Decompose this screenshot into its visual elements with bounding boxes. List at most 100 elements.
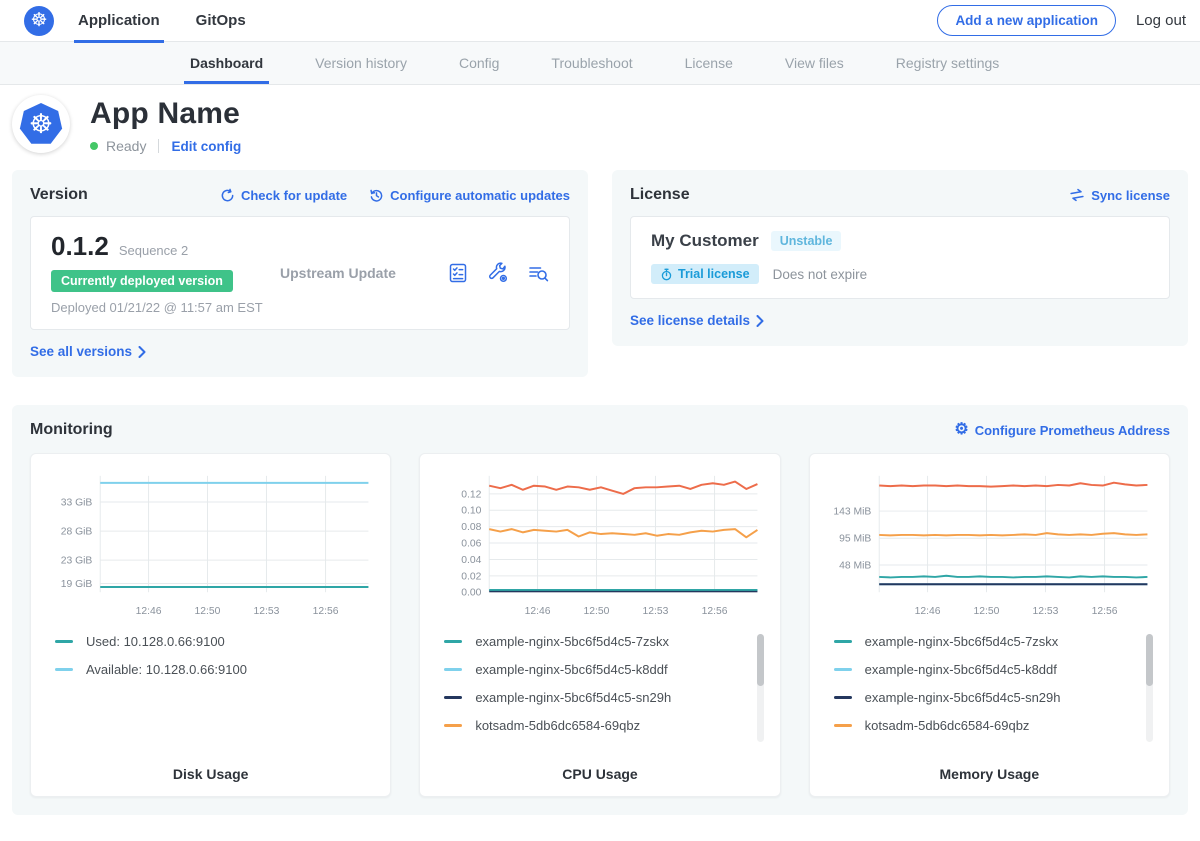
legend-label: kotsadm-5db6dc6584-69qbz bbox=[865, 718, 1030, 733]
disk-usage-chart: 12:4612:5012:5312:5619 GiB23 GiB28 GiB33… bbox=[45, 466, 376, 622]
main-content: Version Check for update Configure autom… bbox=[0, 170, 1200, 841]
legend-scrollbar-thumb[interactable] bbox=[757, 634, 764, 686]
svg-text:12:46: 12:46 bbox=[525, 606, 551, 617]
legend-label: example-nginx-5bc6f5d4c5-k8ddf bbox=[865, 662, 1057, 677]
chart-title: Memory Usage bbox=[824, 758, 1155, 782]
svg-text:12:56: 12:56 bbox=[1091, 606, 1117, 617]
legend-label: example-nginx-5bc6f5d4c5-k8ddf bbox=[475, 662, 667, 677]
add-application-button[interactable]: Add a new application bbox=[937, 5, 1116, 36]
cpu-usage-legend: example-nginx-5bc6f5d4c5-7zskx example-ng… bbox=[434, 632, 765, 758]
svg-text:0.08: 0.08 bbox=[462, 522, 482, 533]
see-all-versions-link[interactable]: See all versions bbox=[30, 344, 146, 359]
legend-label: example-nginx-5bc6f5d4c5-7zskx bbox=[475, 634, 669, 649]
subnav-tab-dashboard[interactable]: Dashboard bbox=[188, 42, 265, 84]
configure-automatic-updates-label: Configure automatic updates bbox=[390, 188, 570, 203]
license-details-box: My Customer Unstable Trial license Does … bbox=[630, 216, 1170, 299]
svg-text:12:53: 12:53 bbox=[1032, 606, 1058, 617]
legend-item: example-nginx-5bc6f5d4c5-k8ddf bbox=[444, 662, 745, 677]
legend-item: example-nginx-5bc6f5d4c5-7zskx bbox=[834, 634, 1135, 649]
svg-text:19 GiB: 19 GiB bbox=[61, 579, 93, 590]
legend-color-dash bbox=[444, 668, 462, 671]
sync-arrows-icon bbox=[1068, 187, 1086, 204]
tab-gitops[interactable]: GitOps bbox=[192, 0, 250, 42]
edit-config-link[interactable]: Edit config bbox=[171, 139, 241, 154]
see-license-details-link[interactable]: See license details bbox=[630, 313, 764, 328]
svg-text:0.00: 0.00 bbox=[462, 588, 482, 599]
gear-icon: ⚙ bbox=[954, 422, 968, 438]
svg-text:12:56: 12:56 bbox=[702, 606, 728, 617]
legend-color-dash bbox=[55, 640, 73, 643]
svg-text:12:50: 12:50 bbox=[973, 606, 999, 617]
memory-usage-legend: example-nginx-5bc6f5d4c5-7zskx example-ng… bbox=[824, 632, 1155, 758]
legend-scrollbar[interactable] bbox=[757, 634, 764, 742]
sync-license-link[interactable]: Sync license bbox=[1069, 188, 1170, 203]
svg-text:0.02: 0.02 bbox=[462, 571, 482, 582]
legend-label: Used: 10.128.0.66:9100 bbox=[86, 634, 225, 649]
legend-label: Available: 10.128.0.66:9100 bbox=[86, 662, 247, 677]
license-card: License Sync license My Customer Unstabl… bbox=[612, 170, 1188, 346]
kubernetes-app-logo-icon: ☸ bbox=[19, 103, 63, 145]
see-all-versions-label: See all versions bbox=[30, 344, 132, 359]
configure-prometheus-link[interactable]: ⚙ Configure Prometheus Address bbox=[954, 422, 1170, 438]
legend-scrollbar[interactable] bbox=[1146, 634, 1153, 742]
cpu-usage-chart-card: 12:4612:5012:5312:560.000.020.040.060.08… bbox=[419, 453, 780, 797]
refresh-icon bbox=[220, 188, 235, 203]
legend-item: example-nginx-5bc6f5d4c5-k8ddf bbox=[834, 662, 1135, 677]
view-diff-logs-icon[interactable] bbox=[527, 262, 549, 284]
license-card-title: License bbox=[630, 186, 690, 204]
version-number: 0.1.2 bbox=[51, 231, 109, 262]
svg-text:28 GiB: 28 GiB bbox=[61, 527, 93, 538]
subnav-tab-license-label: License bbox=[685, 55, 733, 71]
legend-scrollbar-thumb[interactable] bbox=[1146, 634, 1153, 686]
subnav-tab-registry-settings[interactable]: Registry settings bbox=[894, 42, 1001, 84]
memory-usage-chart-card: 12:4612:5012:5312:5648 MiB95 MiB143 MiB … bbox=[809, 453, 1170, 797]
svg-text:12:46: 12:46 bbox=[914, 606, 940, 617]
svg-text:23 GiB: 23 GiB bbox=[61, 556, 93, 567]
monitoring-title: Monitoring bbox=[30, 421, 113, 439]
license-expiry-label: Does not expire bbox=[773, 267, 868, 282]
subnav-tab-view-files[interactable]: View files bbox=[783, 42, 846, 84]
chevron-right-icon bbox=[756, 315, 764, 327]
app-header: ☸ App Name Ready Edit config bbox=[0, 85, 1200, 170]
preflight-checks-icon[interactable] bbox=[447, 262, 469, 284]
legend-color-dash bbox=[55, 668, 73, 671]
sequence-label: Sequence 2 bbox=[119, 243, 188, 258]
tab-application[interactable]: Application bbox=[74, 0, 164, 42]
page-title: App Name bbox=[90, 97, 241, 131]
subnav-tab-troubleshoot[interactable]: Troubleshoot bbox=[549, 42, 634, 84]
subnav-tab-license[interactable]: License bbox=[683, 42, 735, 84]
legend-color-dash bbox=[834, 640, 852, 643]
legend-color-dash bbox=[834, 668, 852, 671]
stopwatch-icon bbox=[660, 268, 673, 281]
legend-item: example-nginx-5bc6f5d4c5-sn29h bbox=[834, 690, 1135, 705]
deployed-badge: Currently deployed version bbox=[51, 270, 233, 292]
top-nav-tabs: Application GitOps bbox=[74, 0, 278, 42]
subnav-tab-dashboard-label: Dashboard bbox=[190, 55, 263, 71]
subnav-tab-version-history[interactable]: Version history bbox=[313, 42, 409, 84]
svg-text:33 GiB: 33 GiB bbox=[61, 497, 93, 508]
license-type-label: Trial license bbox=[678, 267, 750, 281]
version-source-label: Upstream Update bbox=[280, 265, 396, 281]
legend-color-dash bbox=[444, 640, 462, 643]
subnav-tab-config[interactable]: Config bbox=[457, 42, 501, 84]
monitoring-card: Monitoring ⚙ Configure Prometheus Addres… bbox=[12, 405, 1188, 815]
schedule-clock-icon bbox=[369, 188, 384, 203]
legend-color-dash bbox=[834, 696, 852, 699]
logout-button[interactable]: Log out bbox=[1136, 12, 1186, 29]
legend-label: example-nginx-5bc6f5d4c5-sn29h bbox=[475, 690, 671, 705]
subnav-tab-config-label: Config bbox=[459, 55, 499, 71]
divider bbox=[158, 139, 159, 153]
version-card: Version Check for update Configure autom… bbox=[12, 170, 588, 377]
legend-item: example-nginx-5bc6f5d4c5-sn29h bbox=[444, 690, 745, 705]
configure-automatic-updates-link[interactable]: Configure automatic updates bbox=[369, 188, 570, 203]
legend-label: example-nginx-5bc6f5d4c5-sn29h bbox=[865, 690, 1061, 705]
edit-config-wrench-icon[interactable] bbox=[487, 262, 509, 284]
legend-color-dash bbox=[444, 696, 462, 699]
svg-text:0.06: 0.06 bbox=[462, 538, 482, 549]
deployed-timestamp: Deployed 01/21/22 @ 11:57 am EST bbox=[51, 300, 266, 315]
check-for-update-link[interactable]: Check for update bbox=[220, 188, 347, 203]
tab-gitops-label: GitOps bbox=[196, 12, 246, 29]
status-ready-dot bbox=[90, 142, 98, 150]
legend-label: kotsadm-5db6dc6584-69qbz bbox=[475, 718, 640, 733]
current-version-box: 0.1.2 Sequence 2 Currently deployed vers… bbox=[30, 216, 570, 330]
